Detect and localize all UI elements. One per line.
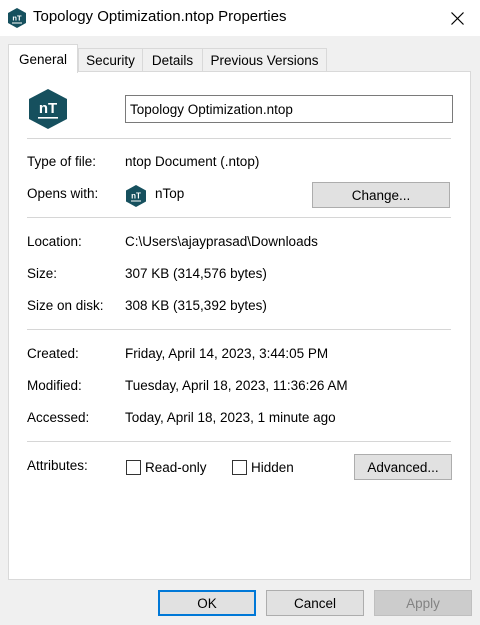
ntop-app-icon: nT [126, 185, 146, 207]
tab-security[interactable]: Security [78, 48, 143, 72]
accessed-label: Accessed: [27, 410, 90, 425]
separator [27, 329, 451, 330]
attributes-label: Attributes: [27, 458, 88, 473]
ntop-logo-icon: nT [29, 89, 67, 129]
window-title: Topology Optimization.ntop Properties [33, 8, 287, 25]
svg-text:nT: nT [12, 14, 22, 23]
tab-general[interactable]: General [8, 44, 78, 73]
tab-previous-versions[interactable]: Previous Versions [202, 48, 327, 72]
opens-with-label: Opens with: [27, 186, 99, 201]
modified-label: Modified: [27, 378, 82, 393]
change-button[interactable]: Change... [312, 182, 450, 208]
location-value: C:\Users\ajayprasad\Downloads [125, 234, 318, 249]
tab-label: Security [86, 53, 135, 68]
size-value: 307 KB (314,576 bytes) [125, 266, 267, 281]
button-label: Change... [351, 187, 411, 203]
tab-label: General [18, 51, 68, 67]
created-value: Friday, April 14, 2023, 3:44:05 PM [125, 346, 329, 361]
size-on-disk-label: Size on disk: [27, 298, 104, 313]
svg-text:nT: nT [39, 100, 57, 117]
separator [27, 138, 451, 139]
opens-with-value: nTop [155, 186, 185, 201]
type-of-file-label: Type of file: [27, 154, 97, 169]
close-icon [450, 11, 464, 25]
readonly-label: Read-only [145, 460, 207, 475]
ok-button[interactable]: OK [158, 590, 256, 616]
size-on-disk-value: 308 KB (315,392 bytes) [125, 298, 267, 313]
general-panel: nT Type of file: ntop Document (.ntop) O… [8, 71, 471, 580]
location-label: Location: [27, 234, 82, 249]
size-label: Size: [27, 266, 58, 281]
separator [27, 217, 451, 218]
accessed-value: Today, April 18, 2023, 1 minute ago [125, 410, 336, 425]
readonly-checkbox[interactable] [126, 460, 141, 475]
button-label: Advanced... [367, 459, 439, 475]
tab-label: Details [151, 53, 194, 68]
tab-label: Previous Versions [210, 53, 319, 68]
svg-text:nT: nT [131, 192, 141, 201]
close-button[interactable] [434, 0, 480, 36]
tab-details[interactable]: Details [142, 48, 203, 72]
button-label: OK [197, 595, 217, 611]
created-label: Created: [27, 346, 79, 361]
button-label: Apply [406, 595, 440, 611]
button-label: Cancel [293, 595, 337, 611]
separator [27, 441, 451, 442]
title-bar: nT Topology Optimization.ntop Properties [0, 0, 480, 36]
apply-button[interactable]: Apply [374, 590, 472, 616]
modified-value: Tuesday, April 18, 2023, 11:36:26 AM [125, 378, 348, 393]
cancel-button[interactable]: Cancel [266, 590, 364, 616]
hidden-label: Hidden [251, 460, 294, 475]
file-name-input[interactable] [125, 95, 453, 123]
type-of-file-value: ntop Document (.ntop) [125, 154, 260, 169]
advanced-button[interactable]: Advanced... [354, 454, 452, 480]
hidden-checkbox[interactable] [232, 460, 247, 475]
ntop-logo-icon: nT [8, 8, 26, 28]
